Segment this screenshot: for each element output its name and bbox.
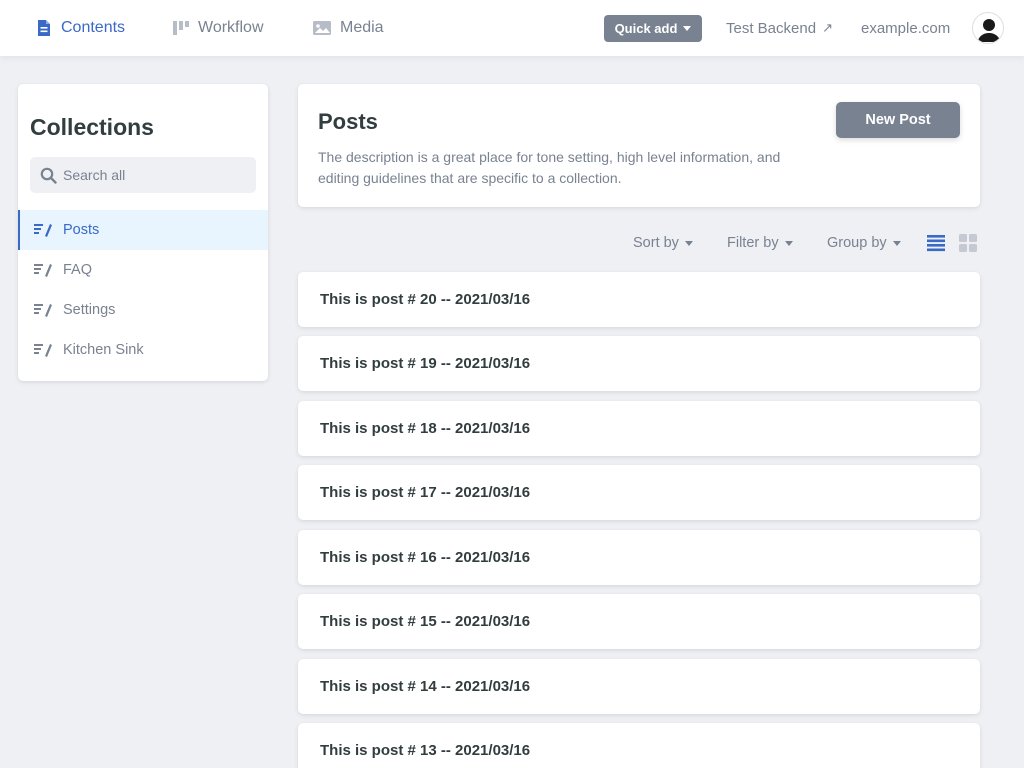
entry-card[interactable]: This is post # 15 -- 2021/03/16 (298, 594, 980, 649)
entry-card[interactable]: This is post # 13 -- 2021/03/16 (298, 723, 980, 768)
search-icon (40, 167, 57, 184)
document-icon (38, 20, 50, 36)
nav-media[interactable]: Media (312, 0, 384, 56)
sidebar-item-label: Posts (63, 222, 100, 238)
chevron-down-icon (784, 240, 793, 246)
user-avatar-icon[interactable] (972, 12, 1004, 44)
group-by-label: Group by (827, 235, 887, 251)
sidebar-title: Collections (30, 114, 154, 140)
entry-card[interactable]: This is post # 20 -- 2021/03/16 (298, 272, 980, 327)
write-icon (34, 304, 52, 317)
write-icon (34, 224, 52, 237)
chevron-down-icon (892, 240, 901, 246)
collection-header: Posts The description is a great place f… (298, 84, 980, 207)
entry-card[interactable]: This is post # 16 -- 2021/03/16 (298, 530, 980, 585)
nav-contents[interactable]: Contents (35, 0, 125, 56)
entry-card[interactable]: This is post # 14 -- 2021/03/16 (298, 659, 980, 714)
page-title: Posts (318, 109, 378, 134)
nav-media-label: Media (340, 19, 384, 36)
new-post-button[interactable]: New Post (836, 102, 960, 138)
site-link[interactable]: example.com (861, 0, 950, 56)
collections-sidebar: Collections Posts FAQ S (18, 84, 268, 381)
test-backend-link[interactable]: Test Backend ↗ (726, 0, 833, 56)
nav-workflow[interactable]: Workflow (172, 0, 264, 56)
sort-by-dropdown[interactable]: Sort by (633, 232, 693, 254)
sidebar-item-label: FAQ (63, 262, 93, 278)
quick-add-label: Quick add (614, 21, 678, 36)
grid-view-icon[interactable] (958, 233, 978, 253)
write-icon (34, 344, 52, 357)
sort-by-label: Sort by (633, 235, 679, 251)
entry-card[interactable]: This is post # 17 -- 2021/03/16 (298, 465, 980, 520)
test-backend-label: Test Backend (726, 19, 817, 37)
search-input[interactable] (63, 167, 243, 183)
group-by-dropdown[interactable]: Group by (827, 232, 901, 254)
sidebar-item-label: Kitchen Sink (63, 342, 144, 358)
nav-workflow-label: Workflow (198, 19, 264, 36)
image-icon (313, 21, 331, 35)
entry-card[interactable]: This is post # 18 -- 2021/03/16 (298, 401, 980, 456)
top-bar: Contents Workflow Media Quick add Test B… (0, 0, 1024, 56)
sidebar-item-label: Settings (63, 302, 116, 318)
user-silhouette-icon (978, 19, 1000, 42)
filter-by-label: Filter by (727, 235, 779, 251)
chevron-down-icon (683, 26, 692, 31)
external-link-icon: ↗ (822, 20, 833, 35)
nav-contents-label: Contents (61, 19, 126, 36)
collection-description: The description is a great place for ton… (318, 149, 781, 186)
sidebar-item-posts[interactable]: Posts (18, 210, 268, 250)
list-view-icon[interactable] (926, 233, 946, 253)
sidebar-item-faq[interactable]: FAQ (18, 250, 268, 290)
search-box[interactable] (30, 157, 256, 193)
workflow-icon (173, 21, 189, 35)
sidebar-item-settings[interactable]: Settings (18, 290, 268, 330)
write-icon (34, 264, 52, 277)
chevron-down-icon (684, 240, 693, 246)
sidebar-item-kitchen-sink[interactable]: Kitchen Sink (18, 330, 268, 370)
entry-card[interactable]: This is post # 19 -- 2021/03/16 (298, 336, 980, 391)
filter-by-dropdown[interactable]: Filter by (727, 232, 793, 254)
quick-add-button[interactable]: Quick add (604, 15, 702, 42)
